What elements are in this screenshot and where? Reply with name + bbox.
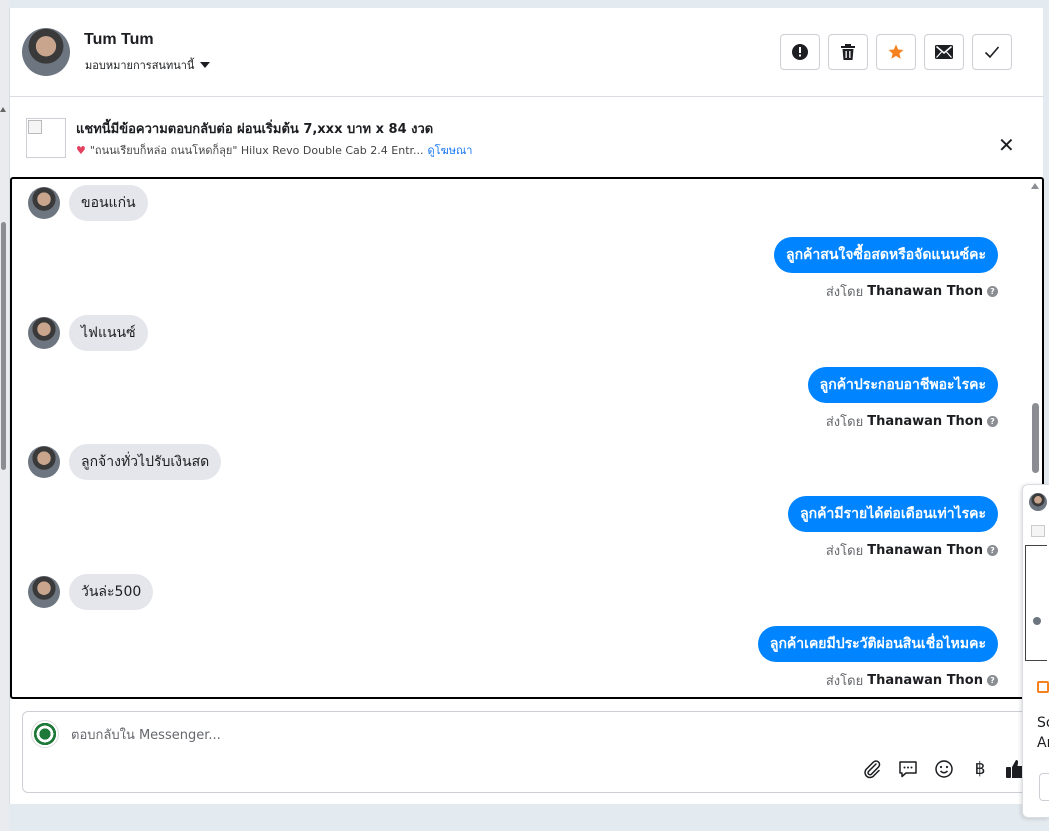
peek-button[interactable] — [1039, 773, 1049, 801]
outgoing-message-bubble[interactable]: ลูกค้าประกอบอาชีพอะไรคะ — [807, 367, 998, 403]
peek-avatar — [1029, 493, 1047, 511]
mark-spam-button[interactable] — [780, 34, 820, 70]
conversation-panel: Tum Tum มอบหมายการสนทนานี้ แชทนี้มีข้อคว… — [9, 8, 1044, 804]
emoji-button[interactable] — [933, 758, 955, 780]
ad-thumbnail[interactable] — [26, 118, 66, 158]
saved-replies-button[interactable] — [897, 758, 919, 780]
baht-icon: ฿ — [974, 759, 986, 779]
sent-by-prefix: ส่งโดย — [825, 674, 864, 689]
sent-by-label: ส่งโดย Thanawan Thon ? — [826, 540, 998, 561]
paperclip-icon — [864, 760, 881, 779]
trash-icon — [841, 44, 855, 60]
help-icon[interactable]: ? — [987, 416, 998, 427]
heart-icon: ♥ — [76, 143, 86, 157]
sent-by-prefix: ส่งโดย — [825, 285, 864, 300]
star-button[interactable] — [876, 34, 916, 70]
outgoing-message-bubble[interactable]: ลูกค้าเคยมีประวัติผ่อนสินเชื่อไหมคะ — [757, 626, 998, 662]
incoming-message: ไฟแนนซ์ — [28, 315, 148, 351]
message-bubble[interactable]: ลูกจ้างทั่วไปรับเงินสด — [69, 444, 222, 480]
assign-conversation-dropdown[interactable]: มอบหมายการสนทนานี้ — [85, 56, 211, 74]
peek-thread — [1025, 545, 1047, 661]
checkmark-icon — [984, 46, 1000, 59]
assign-label: มอบหมายการสนทนานี้ — [85, 59, 195, 72]
reply-input[interactable] — [71, 724, 971, 746]
mark-unread-button[interactable] — [924, 34, 964, 70]
contact-avatar-small — [28, 317, 60, 349]
message-bubble[interactable]: ไฟแนนซ์ — [69, 315, 148, 351]
mark-done-button[interactable] — [972, 34, 1012, 70]
ad-title: แชทนี้มีข้อความตอบกลับต่อ ผ่อนเริ่มต้น 7… — [76, 122, 434, 137]
scrollbar-thumb[interactable] — [1032, 403, 1039, 473]
view-ad-link[interactable]: ดูโฆษณา — [428, 141, 473, 159]
sender-name: Thanawan Thon — [867, 414, 983, 429]
reply-composer: ฿ — [22, 711, 1032, 793]
message-bubble[interactable]: ขอนแก่น — [69, 185, 148, 221]
left-scrollbar-thumb[interactable] — [1, 222, 6, 470]
outgoing-message-bubble[interactable]: ลูกค้ามีรายได้ต่อเดือนเท่าไรคะ — [788, 496, 998, 532]
caret-down-icon — [200, 62, 211, 68]
sent-by-label: ส่งโดย Thanawan Thon ? — [826, 281, 998, 302]
message-thread[interactable]: ขอนแก่น ลูกค้าสนใจซื้อสดหรือจัดแนนซ์คะ ส… — [10, 177, 1044, 699]
smiley-icon — [935, 760, 953, 778]
peek-text-line: So — [1037, 715, 1049, 731]
star-icon — [888, 44, 904, 59]
sender-name: Thanawan Thon — [867, 673, 983, 688]
incoming-message: ลูกจ้างทั่วไปรับเงินสด — [28, 444, 222, 480]
payment-button[interactable]: ฿ — [969, 758, 991, 780]
ad-subtitle-row: ♥ "ถนนเรียบก็หล่อ ถนนโหดก็ลุย" Hilux Rev… — [76, 141, 472, 159]
scroll-up-arrow[interactable] — [1031, 183, 1039, 189]
incoming-message: วันล่ะ500 — [28, 574, 154, 610]
chat-bubble-icon — [899, 761, 917, 778]
peek-icon — [1037, 681, 1049, 693]
peek-thumbnail — [1031, 525, 1045, 537]
attach-button[interactable] — [861, 758, 883, 780]
delete-button[interactable] — [828, 34, 868, 70]
side-panel-peek[interactable]: So Ar — [1022, 484, 1049, 818]
peek-avatar-small — [1033, 617, 1041, 625]
contact-avatar[interactable] — [22, 28, 70, 76]
exclamation-circle-icon — [792, 44, 808, 60]
scroll-up-arrow[interactable] — [0, 107, 6, 112]
sent-by-prefix: ส่งโดย — [825, 544, 864, 559]
ad-context-banner: แชทนี้มีข้อความตอบกลับต่อ ผ่อนเริ่มต้น 7… — [10, 97, 1044, 177]
contact-name[interactable]: Tum Tum — [84, 31, 154, 49]
page-avatar — [31, 720, 59, 748]
message-bubble[interactable]: วันล่ะ500 — [69, 574, 154, 610]
help-icon[interactable]: ? — [987, 545, 998, 556]
header-actions — [780, 34, 1012, 70]
composer-tools: ฿ — [861, 758, 1027, 780]
close-icon[interactable]: ✕ — [998, 135, 1015, 155]
ad-subtitle: "ถนนเรียบก็หล่อ ถนนโหดก็ลุย" Hilux Revo … — [89, 144, 424, 157]
help-icon[interactable]: ? — [987, 286, 998, 297]
contact-avatar-small — [28, 446, 60, 478]
outgoing-message-bubble[interactable]: ลูกค้าสนใจซื้อสดหรือจัดแนนซ์คะ — [774, 237, 998, 273]
contact-avatar-small — [28, 576, 60, 608]
peek-text-line: Ar — [1037, 735, 1049, 751]
sent-by-label: ส่งโดย Thanawan Thon ? — [826, 411, 998, 432]
left-scroll-strip — [0, 0, 9, 831]
incoming-message: ขอนแก่น — [28, 185, 148, 221]
sender-name: Thanawan Thon — [867, 543, 983, 558]
help-icon[interactable]: ? — [987, 675, 998, 686]
envelope-icon — [935, 45, 953, 59]
conversation-header: Tum Tum มอบหมายการสนทนานี้ — [10, 8, 1044, 97]
sent-by-prefix: ส่งโดย — [825, 415, 864, 430]
contact-avatar-small — [28, 187, 60, 219]
sent-by-label: ส่งโดย Thanawan Thon ? — [826, 670, 998, 691]
sender-name: Thanawan Thon — [867, 284, 983, 299]
